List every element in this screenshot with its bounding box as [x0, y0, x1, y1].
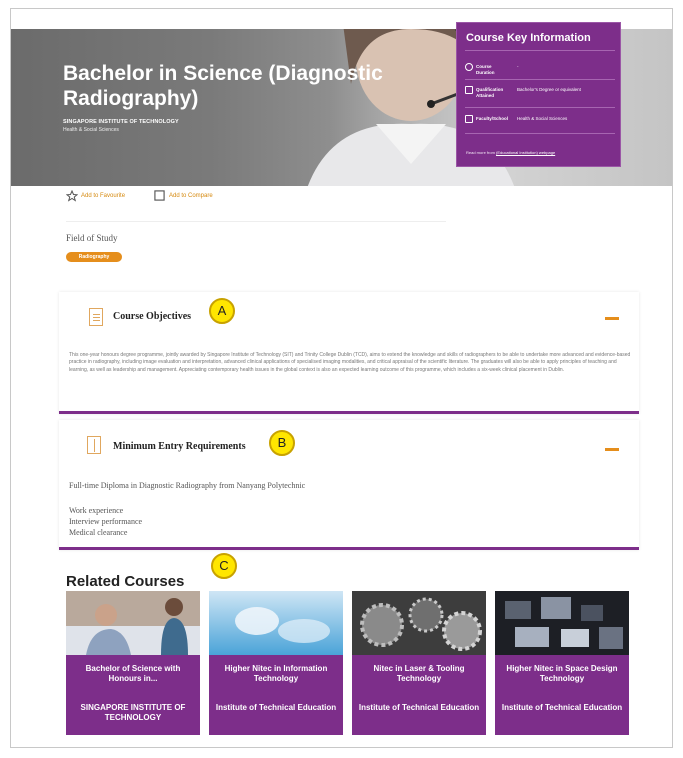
course-thumbnail — [495, 591, 629, 655]
favourite-label: Add to Favourite — [81, 193, 126, 199]
related-course-card[interactable]: Higher Nitec in Information Technology I… — [209, 591, 343, 735]
course-objectives-title: Course Objectives — [113, 311, 192, 322]
clock-icon — [465, 63, 473, 71]
entry-requirements-section: Minimum Entry Requirements B Full-time D… — [59, 420, 639, 550]
document-icon — [89, 308, 103, 326]
requirement-item: Medical clearance — [69, 528, 128, 537]
course-objectives-section: Course Objectives A This one-year honour… — [59, 292, 639, 414]
key-info-label: Course Duration — [476, 64, 495, 75]
course-thumbnail — [66, 591, 200, 655]
institution-webpage-link[interactable]: (Educational Institution) webpage — [496, 150, 555, 155]
divider — [465, 79, 615, 80]
related-course-institution: Institute of Technical Education — [215, 703, 337, 712]
school-icon — [465, 115, 473, 123]
key-info-label: Faculty/School — [476, 116, 509, 121]
course-objectives-text: This one-year honours degree programme, … — [69, 352, 631, 373]
institution-name[interactable]: SINGAPORE INSTITUTE OF TECHNOLOGY — [63, 119, 179, 125]
related-course-institution: Institute of Technical Education — [501, 703, 623, 712]
callout-c: C — [211, 553, 237, 579]
key-info-label: Qualification Attained — [476, 87, 504, 98]
course-title: Bachelor in Science (Diagnostic Radiogra… — [63, 62, 383, 110]
key-info-value: Bachelor's Degree or equivalent — [517, 87, 581, 92]
course-key-info-panel: Course Key Information Course Duration -… — [456, 22, 621, 167]
collapse-objectives-button[interactable] — [605, 317, 619, 320]
key-info-footer: Read more from (Educational Institution)… — [466, 150, 555, 155]
collapse-requirements-button[interactable] — [605, 448, 619, 451]
requirement-item: Work experience — [69, 506, 124, 515]
entry-requirements-title: Minimum Entry Requirements — [113, 441, 246, 452]
section-bottom-bar — [59, 411, 639, 414]
requirement-item: Interview performance — [69, 517, 143, 526]
key-info-value: - — [517, 64, 519, 69]
divider — [66, 221, 446, 222]
callout-a: A — [209, 298, 235, 324]
key-info-value: Health & Social Sciences — [517, 116, 568, 121]
key-info-footer-text: Read more from — [466, 150, 497, 155]
related-course-title: Higher Nitec in Information Technology — [224, 664, 328, 683]
related-course-card[interactable]: Nitec in Laser & Tooling Technology Inst… — [352, 591, 486, 735]
field-of-study-badge[interactable]: Radiography — [66, 252, 122, 262]
checkbox-icon — [154, 190, 165, 201]
related-course-card[interactable]: Bachelor of Science with Honours in... S… — [66, 591, 200, 735]
field-of-study-label: Field of Study — [66, 233, 118, 243]
divider — [465, 107, 615, 108]
faculty-name: Health & Social Sciences — [63, 127, 119, 133]
checklist-icon — [87, 436, 101, 454]
divider — [465, 133, 615, 134]
key-info-title: Course Key Information — [466, 32, 591, 44]
related-course-title: Bachelor of Science with Honours in... — [85, 664, 181, 683]
divider — [465, 50, 615, 51]
related-courses-title: Related Courses — [66, 573, 185, 590]
star-icon — [66, 190, 78, 202]
callout-b: B — [269, 430, 295, 456]
compare-label: Add to Compare — [169, 193, 213, 199]
course-thumbnail — [209, 591, 343, 655]
related-course-card[interactable]: Higher Nitec in Space Design Technology … — [495, 591, 629, 735]
related-course-institution: SINGAPORE INSTITUTE OF TECHNOLOGY — [80, 703, 186, 722]
certificate-icon — [465, 86, 473, 94]
page-frame: Bachelor in Science (Diagnostic Radiogra… — [10, 8, 673, 748]
section-bottom-bar — [59, 547, 639, 550]
related-course-title: Nitec in Laser & Tooling Technology — [373, 664, 465, 683]
course-thumbnail — [352, 591, 486, 655]
related-course-institution: Institute of Technical Education — [358, 703, 480, 712]
diploma-requirement: Full-time Diploma in Diagnostic Radiogra… — [69, 481, 306, 490]
related-course-title: Higher Nitec in Space Design Technology — [506, 664, 618, 683]
